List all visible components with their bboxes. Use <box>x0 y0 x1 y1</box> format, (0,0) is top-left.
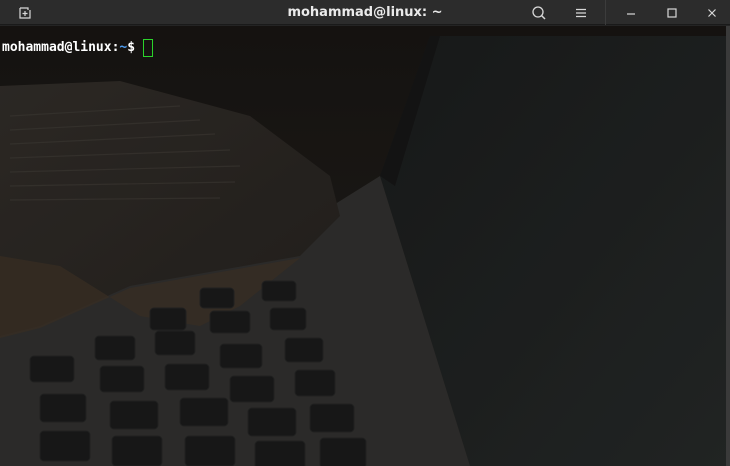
prompt-user-host: mohammad@linux <box>2 40 112 55</box>
new-tab-icon <box>19 6 31 19</box>
close-button[interactable] <box>697 0 727 25</box>
prompt-colon: : <box>111 40 120 55</box>
prompt-symbol: $ <box>127 40 136 55</box>
background-image <box>0 26 730 466</box>
minimize-button[interactable] <box>616 0 646 25</box>
titlebar-separator <box>605 0 606 25</box>
hamburger-menu-icon <box>576 8 586 17</box>
new-tab-button[interactable] <box>10 0 40 25</box>
prompt-path: ~ <box>119 40 128 55</box>
search-button[interactable] <box>524 0 554 25</box>
title-bar: mohammad@linux: ~ <box>0 0 730 25</box>
maximize-button[interactable] <box>657 0 687 25</box>
terminal-window: mohammad@linux: ~ mohammad@linux: ~ $ <box>0 0 730 466</box>
minimize-icon <box>627 12 635 15</box>
text-cursor <box>143 39 154 57</box>
terminal-area[interactable]: mohammad@linux: ~ $ <box>0 26 730 466</box>
menu-button[interactable] <box>566 0 596 25</box>
maximize-icon <box>667 7 677 18</box>
close-icon <box>708 8 716 17</box>
scrollbar[interactable] <box>726 26 730 466</box>
prompt-line: mohammad@linux: ~ $ <box>2 38 154 57</box>
search-icon <box>532 5 546 20</box>
